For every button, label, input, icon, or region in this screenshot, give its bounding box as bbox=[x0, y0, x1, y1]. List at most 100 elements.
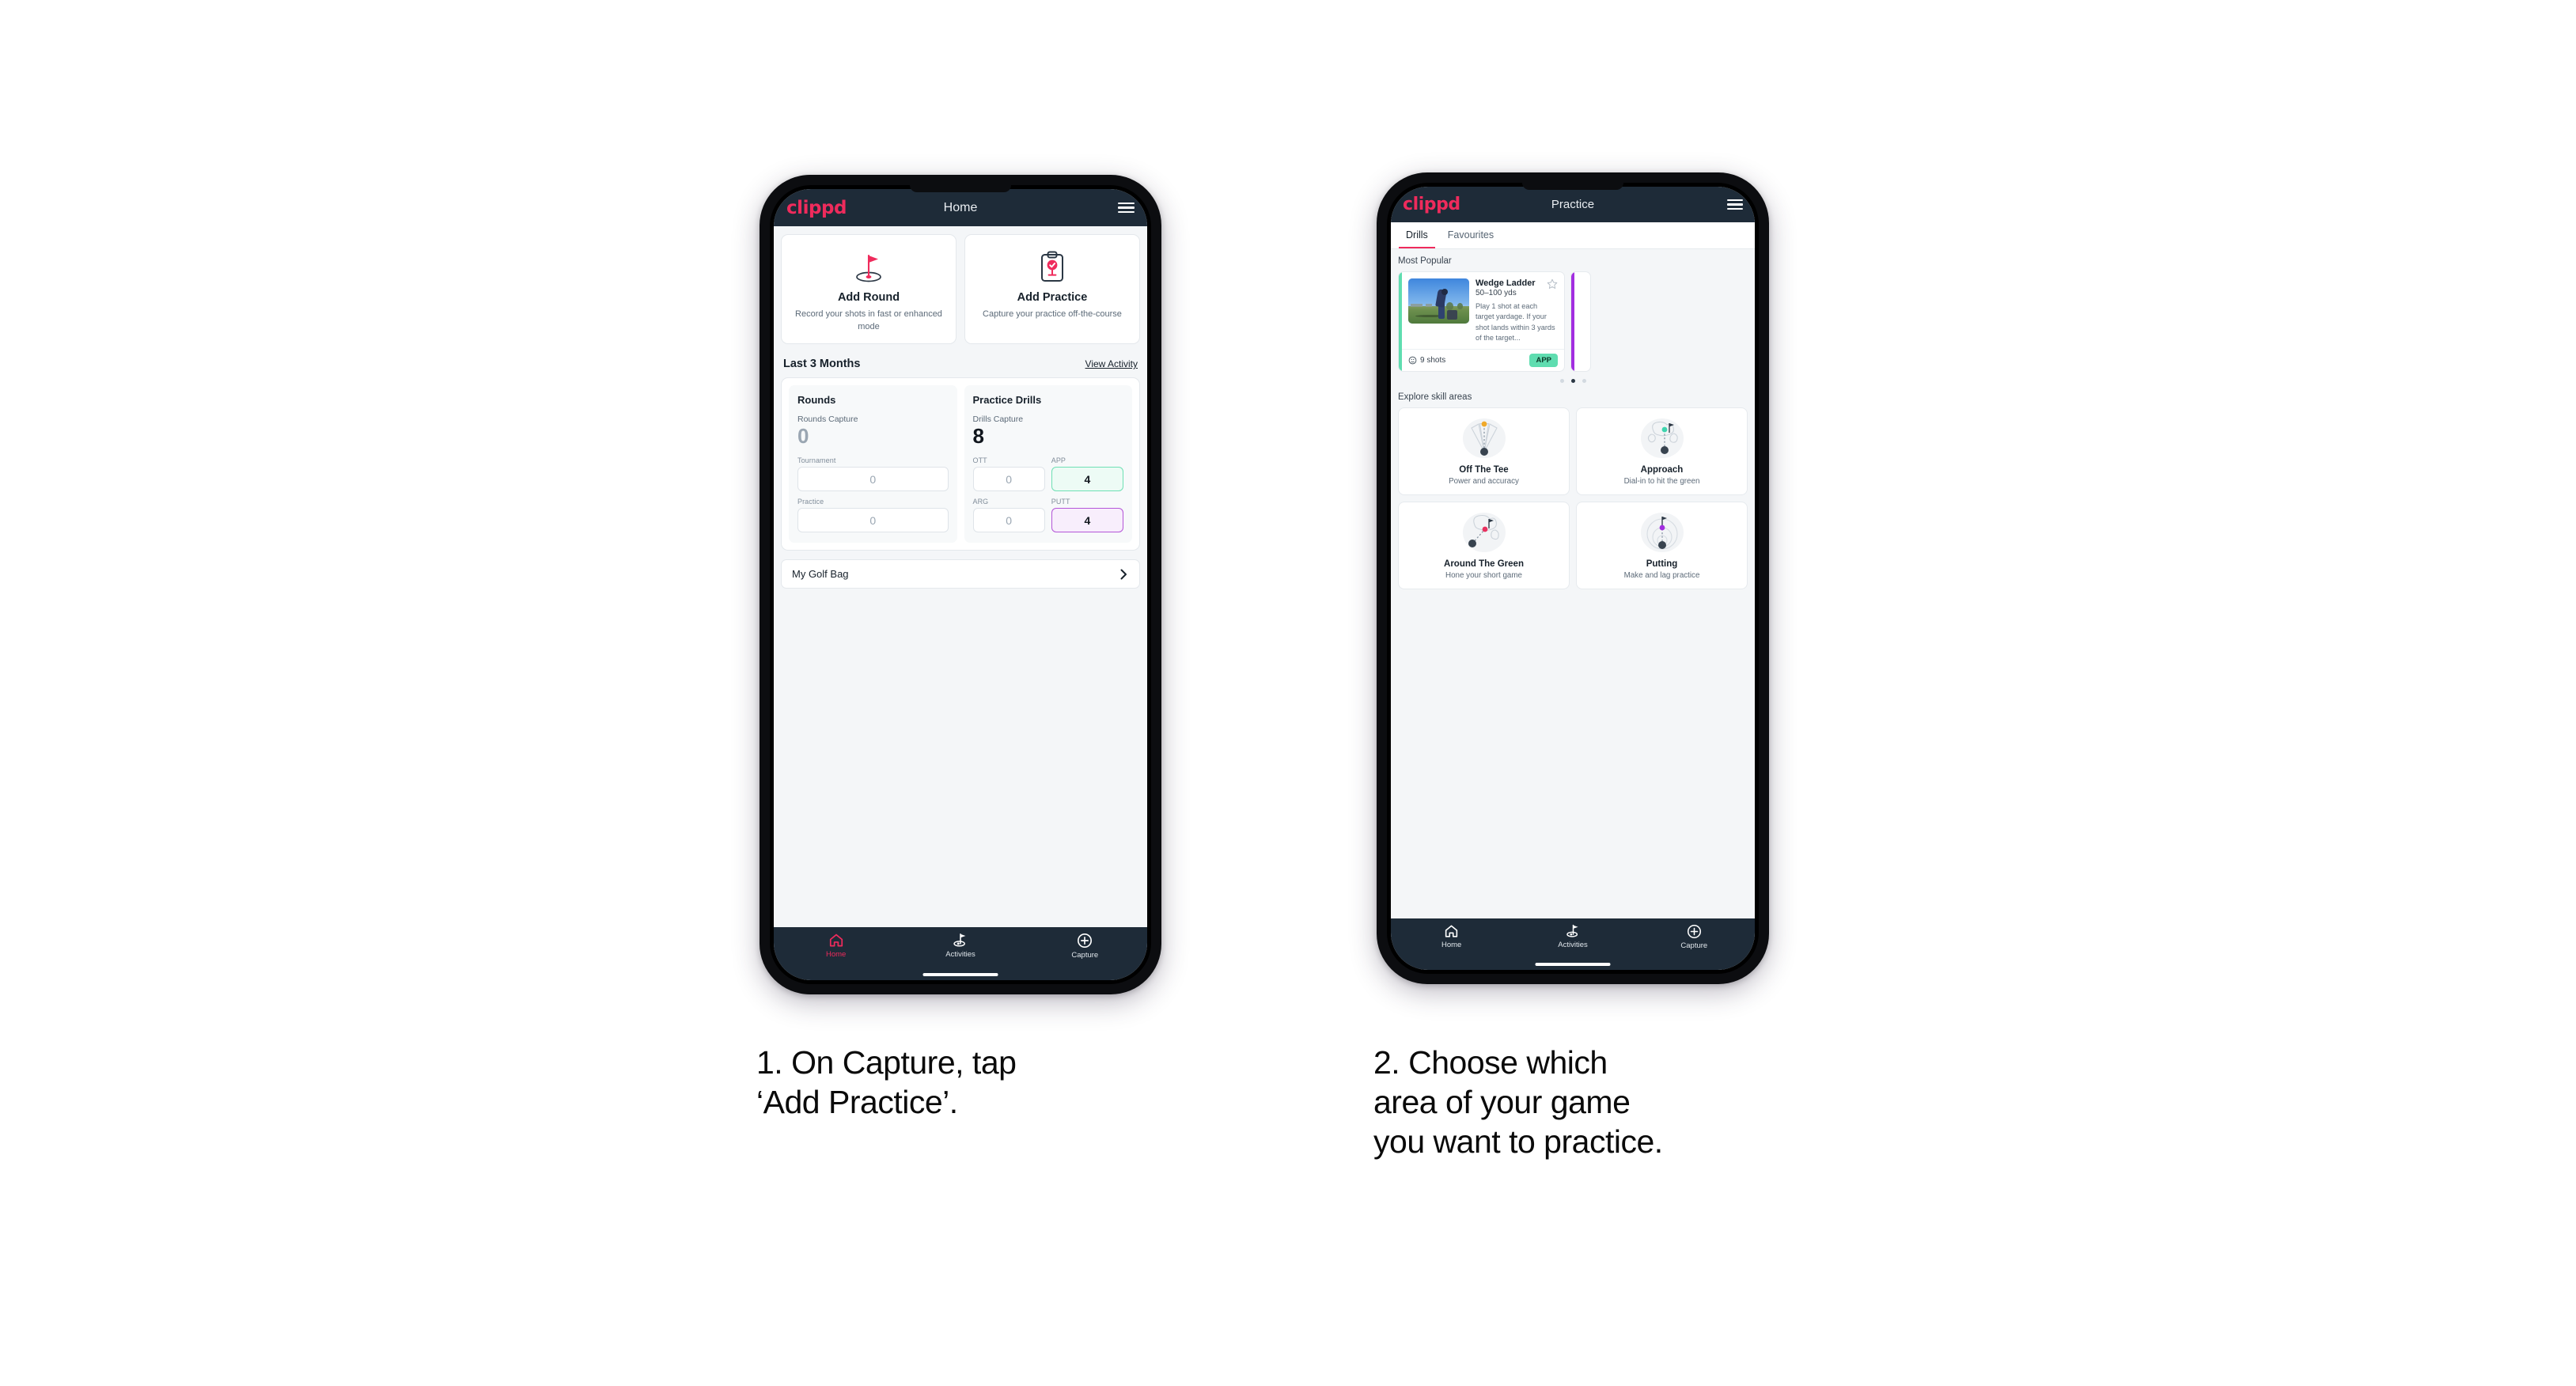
nav-item-activities[interactable]: Activities bbox=[898, 933, 1022, 959]
skill-title: Around The Green bbox=[1444, 559, 1524, 570]
skill-subtitle: Power and accuracy bbox=[1449, 477, 1519, 487]
phone-mockup-practice: clippd Practice Drills Favourites Most P… bbox=[1377, 172, 1769, 984]
tab-favourites[interactable]: Favourites bbox=[1441, 222, 1501, 248]
bottom-navigation-practice: Home Activities Capture bbox=[1391, 918, 1755, 970]
nav-label-home: Home bbox=[1441, 941, 1462, 949]
ott-label: OTT bbox=[972, 456, 987, 465]
add-round-card[interactable]: Add Round Record your shots in fast or e… bbox=[781, 234, 957, 345]
skill-card-around-the-green[interactable]: Around The Green Hone your short game bbox=[1398, 502, 1570, 590]
practice-label: Practice bbox=[797, 498, 824, 506]
pager-dot[interactable] bbox=[1559, 379, 1564, 384]
drill-title-row: Wedge Ladder 50–100 yds bbox=[1476, 278, 1558, 297]
app-label: APP bbox=[1051, 456, 1066, 465]
practice-content: Most Popular Wedge Ladder 50–100 yds Pla… bbox=[1391, 249, 1755, 918]
skill-areas-grid: Off The Tee Power and accuracy Approach … bbox=[1398, 407, 1748, 590]
drill-category-badge: APP bbox=[1529, 354, 1558, 368]
ott-value[interactable]: 0 bbox=[972, 467, 1045, 492]
hamburger-icon[interactable] bbox=[1727, 199, 1743, 210]
practice-drills-column: Practice Drills Drills Capture 8 OTT 0 A… bbox=[964, 385, 1132, 543]
golf-flag-hole-icon bbox=[788, 248, 949, 286]
skill-card-approach[interactable]: Approach Dial-in to hit the green bbox=[1576, 407, 1748, 496]
drill-shots: 9 shots bbox=[1408, 356, 1445, 365]
rounds-column: Rounds Rounds Capture 0 Tournament 0 Pra… bbox=[789, 385, 957, 543]
phone-bezel: clippd Home Add Round Record your shots … bbox=[770, 185, 1151, 984]
most-popular-heading: Most Popular bbox=[1398, 256, 1452, 266]
green-approach-icon bbox=[1582, 416, 1742, 460]
drill-card-next-peek[interactable] bbox=[1570, 271, 1591, 373]
plus-circle-icon bbox=[1687, 924, 1701, 939]
clippd-logo[interactable]: clippd bbox=[786, 198, 847, 218]
caption-step-2-line-3: you want to practice. bbox=[1373, 1123, 1663, 1161]
drill-card-body: Wedge Ladder 50–100 yds Play 1 shot at e… bbox=[1402, 272, 1564, 371]
tournament-value[interactable]: 0 bbox=[797, 467, 949, 492]
nav-label-home: Home bbox=[825, 950, 847, 959]
add-practice-card[interactable]: Add Practice Capture your practice off-t… bbox=[964, 234, 1140, 345]
phone-mockup-home: clippd Home Add Round Record your shots … bbox=[760, 175, 1161, 994]
nav-item-capture[interactable]: Capture bbox=[1634, 924, 1755, 950]
nav-item-home[interactable]: Home bbox=[774, 933, 898, 959]
thumbnail-tree bbox=[1445, 301, 1453, 310]
pager-dot-active[interactable] bbox=[1570, 379, 1575, 384]
drills-capture-value: 8 bbox=[972, 424, 984, 449]
my-golf-bag-row[interactable]: My Golf Bag bbox=[781, 559, 1140, 589]
clipboard-check-icon bbox=[972, 248, 1133, 286]
arg-value[interactable]: 0 bbox=[972, 508, 1045, 533]
add-practice-title: Add Practice bbox=[1017, 291, 1088, 304]
putt-label: PUTT bbox=[1051, 498, 1070, 506]
carousel-pager bbox=[1391, 379, 1755, 384]
skill-card-putting[interactable]: Putting Make and lag practice bbox=[1576, 502, 1748, 590]
arg-field-group: ARG 0 bbox=[972, 498, 1045, 533]
practice-tabs: Drills Favourites bbox=[1391, 222, 1755, 249]
putt-value[interactable]: 4 bbox=[1051, 508, 1123, 533]
drill-carousel[interactable]: Wedge Ladder 50–100 yds Play 1 shot at e… bbox=[1391, 271, 1755, 373]
nav-item-capture[interactable]: Capture bbox=[1023, 933, 1147, 960]
clippd-logo[interactable]: clippd bbox=[1403, 195, 1460, 214]
hamburger-icon[interactable] bbox=[1118, 202, 1135, 214]
caption-step-2: 2. Choose which area of your game you wa… bbox=[1373, 1043, 1880, 1161]
skill-card-off-the-tee[interactable]: Off The Tee Power and accuracy bbox=[1398, 407, 1570, 496]
caption-step-2-line-1: 2. Choose which bbox=[1373, 1044, 1608, 1081]
drill-card-wedge-ladder[interactable]: Wedge Ladder 50–100 yds Play 1 shot at e… bbox=[1398, 271, 1565, 373]
clock-icon bbox=[1408, 357, 1417, 365]
skill-subtitle: Dial-in to hit the green bbox=[1623, 477, 1700, 487]
nav-item-home[interactable]: Home bbox=[1391, 924, 1512, 949]
skill-title: Approach bbox=[1640, 465, 1684, 475]
arg-label: ARG bbox=[972, 498, 989, 506]
bottom-navigation-home: Home Activities Capture bbox=[774, 927, 1147, 980]
home-icon bbox=[829, 933, 843, 947]
drill-card-body bbox=[1574, 272, 1590, 371]
nav-item-activities[interactable]: Activities bbox=[1512, 924, 1633, 949]
practice-field-group: Practice 0 bbox=[797, 498, 949, 533]
skill-title: Off The Tee bbox=[1459, 465, 1509, 475]
thumbnail-tree bbox=[1457, 302, 1463, 309]
putt-field-group: PUTT 4 bbox=[1051, 498, 1123, 533]
star-outline-icon[interactable] bbox=[1547, 278, 1558, 290]
drill-description: Play 1 shot at each target yardage. If y… bbox=[1476, 302, 1555, 343]
drills-heading: Practice Drills bbox=[972, 394, 1042, 407]
app-value[interactable]: 4 bbox=[1051, 467, 1123, 492]
rounds-capture-label: Rounds Capture bbox=[797, 415, 858, 425]
stats-card: Rounds Rounds Capture 0 Tournament 0 Pra… bbox=[781, 377, 1140, 551]
skill-subtitle: Make and lag practice bbox=[1623, 571, 1700, 581]
nav-label-activities: Activities bbox=[945, 950, 975, 959]
view-activity-link[interactable]: View Activity bbox=[1085, 358, 1138, 369]
drill-shots-label: 9 shots bbox=[1420, 356, 1446, 365]
pager-dot[interactable] bbox=[1582, 379, 1586, 384]
drill-card-footer: 9 shots APP bbox=[1402, 349, 1564, 371]
skill-title: Putting bbox=[1646, 559, 1678, 570]
screenshot-canvas: clippd Home Add Round Record your shots … bbox=[0, 0, 2576, 1386]
golf-flag-icon bbox=[1566, 924, 1578, 937]
thumbnail-golfer-head bbox=[1441, 288, 1448, 295]
drill-title: Wedge Ladder bbox=[1476, 278, 1536, 288]
rounds-capture-value: 0 bbox=[797, 424, 809, 449]
phone-bezel: clippd Practice Drills Favourites Most P… bbox=[1387, 183, 1759, 974]
home-content: Add Round Record your shots in fast or e… bbox=[774, 226, 1147, 927]
practice-value[interactable]: 0 bbox=[797, 508, 949, 533]
drills-capture-label: Drills Capture bbox=[972, 415, 1024, 425]
ott-field-group: OTT 0 bbox=[972, 456, 1045, 492]
add-round-subtitle: Record your shots in fast or enhanced mo… bbox=[795, 309, 942, 331]
tournament-label: Tournament bbox=[797, 456, 836, 465]
chevron-right-icon bbox=[1120, 569, 1127, 580]
tab-drills[interactable]: Drills bbox=[1399, 222, 1435, 248]
nav-label-capture: Capture bbox=[1071, 951, 1099, 960]
